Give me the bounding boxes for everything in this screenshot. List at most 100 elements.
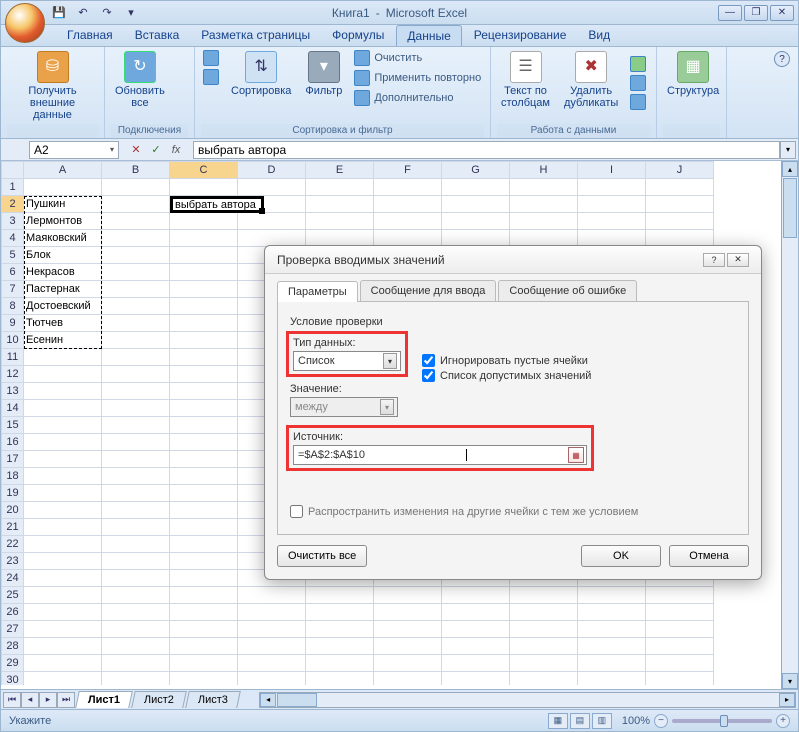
cell-D25[interactable] [238,587,306,604]
remove-duplicates-button[interactable]: ✖ Удалить дубликаты [560,49,622,111]
data-validation-button[interactable] [628,55,648,73]
page-layout-view-button[interactable]: ▤ [570,713,590,729]
tab-view[interactable]: Вид [578,25,620,46]
row-header-16[interactable]: 16 [2,434,24,451]
cell-A13[interactable] [24,383,102,400]
cell-A14[interactable] [24,400,102,417]
ribbon-help-button[interactable]: ? [774,51,790,67]
col-header-D[interactable]: D [238,162,306,179]
col-header-I[interactable]: I [578,162,646,179]
row-header-24[interactable]: 24 [2,570,24,587]
cell-C19[interactable] [170,485,238,502]
cell-H26[interactable] [510,604,578,621]
zoom-slider[interactable] [672,719,772,723]
cell-D28[interactable] [238,638,306,655]
cell-E4[interactable] [306,230,374,247]
row-header-22[interactable]: 22 [2,536,24,553]
cell-J28[interactable] [646,638,714,655]
col-header-B[interactable]: B [102,162,170,179]
cell-B11[interactable] [102,349,170,366]
cell-A3[interactable]: Лермонтов [24,213,102,230]
scroll-up-button[interactable]: ▴ [782,161,798,177]
row-header-14[interactable]: 14 [2,400,24,417]
cell-F28[interactable] [374,638,442,655]
filter-button[interactable]: ▾ Фильтр [301,49,346,99]
name-box[interactable]: A2 ▾ [29,141,119,159]
row-header-30[interactable]: 30 [2,672,24,686]
cell-I27[interactable] [578,621,646,638]
cell-C8[interactable] [170,298,238,315]
cell-A11[interactable] [24,349,102,366]
cell-A7[interactable]: Пастернак [24,281,102,298]
col-header-J[interactable]: J [646,162,714,179]
qat-dropdown[interactable]: ▾ [121,4,141,22]
row-header-28[interactable]: 28 [2,638,24,655]
cell-F30[interactable] [374,672,442,686]
cell-A28[interactable] [24,638,102,655]
cell-J29[interactable] [646,655,714,672]
col-header-A[interactable]: A [24,162,102,179]
tab-formulas[interactable]: Формулы [322,25,394,46]
cell-C7[interactable] [170,281,238,298]
scroll-down-button[interactable]: ▾ [782,673,798,689]
cancel-button[interactable]: Отмена [669,545,749,567]
cell-A10[interactable]: Есенин [24,332,102,349]
tab-review[interactable]: Рецензирование [464,25,577,46]
cell-C6[interactable] [170,264,238,281]
cell-C29[interactable] [170,655,238,672]
row-header-19[interactable]: 19 [2,485,24,502]
scroll-right-button[interactable]: ▸ [779,693,795,707]
cell-H1[interactable] [510,179,578,196]
tab-home[interactable]: Главная [57,25,123,46]
row-header-2[interactable]: 2 [2,196,24,213]
cell-E25[interactable] [306,587,374,604]
namebox-dropdown-icon[interactable]: ▾ [110,145,114,154]
cell-B7[interactable] [102,281,170,298]
zoom-slider-knob[interactable] [720,715,728,727]
cell-G30[interactable] [442,672,510,686]
tab-input-message[interactable]: Сообщение для ввода [360,280,497,301]
cell-B6[interactable] [102,264,170,281]
cell-C5[interactable] [170,247,238,264]
select-all-corner[interactable] [2,162,24,179]
cell-F25[interactable] [374,587,442,604]
last-sheet-button[interactable]: ⏭ [57,692,75,708]
cell-B15[interactable] [102,417,170,434]
cell-C24[interactable] [170,570,238,587]
sort-ascending-button[interactable]: А↓Я [201,49,221,67]
tab-insert[interactable]: Вставка [125,25,190,46]
cell-C27[interactable] [170,621,238,638]
cell-E26[interactable] [306,604,374,621]
cell-A12[interactable] [24,366,102,383]
cell-F3[interactable] [374,213,442,230]
cell-C15[interactable] [170,417,238,434]
cell-E27[interactable] [306,621,374,638]
prev-sheet-button[interactable]: ◂ [21,692,39,708]
cell-B17[interactable] [102,451,170,468]
tab-error-alert[interactable]: Сообщение об ошибке [498,280,637,301]
cell-I1[interactable] [578,179,646,196]
cell-I30[interactable] [578,672,646,686]
zoom-level[interactable]: 100% [622,715,650,727]
cell-E1[interactable] [306,179,374,196]
cell-F4[interactable] [374,230,442,247]
cell-B13[interactable] [102,383,170,400]
outline-button[interactable]: ▦ Структура [663,49,723,99]
cell-A24[interactable] [24,570,102,587]
cell-B14[interactable] [102,400,170,417]
cell-E2[interactable] [306,196,374,213]
sort-button[interactable]: ⇅ Сортировка [227,49,295,99]
cell-B12[interactable] [102,366,170,383]
cell-D29[interactable] [238,655,306,672]
sort-descending-button[interactable] [201,68,221,86]
cell-A9[interactable]: Тютчев [24,315,102,332]
cell-J25[interactable] [646,587,714,604]
cell-C22[interactable] [170,536,238,553]
cell-B9[interactable] [102,315,170,332]
cell-J4[interactable] [646,230,714,247]
formula-input[interactable]: выбрать автора [193,141,780,159]
row-header-12[interactable]: 12 [2,366,24,383]
tab-layout[interactable]: Разметка страницы [191,25,320,46]
cell-C1[interactable] [170,179,238,196]
cancel-edit-button[interactable]: ✕ [127,142,145,158]
